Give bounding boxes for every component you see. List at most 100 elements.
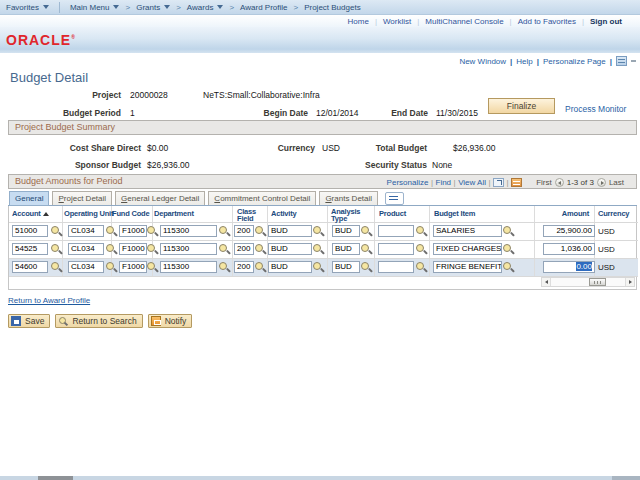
download-grid-icon[interactable] [511, 178, 522, 187]
col-currency: Currency [598, 206, 629, 222]
finalize-button[interactable]: Finalize [488, 98, 555, 114]
product-input[interactable] [378, 243, 414, 255]
lookup-icon[interactable] [106, 244, 116, 254]
sign-out-link[interactable]: Sign out [584, 17, 628, 26]
fund-code-input[interactable]: F1000 [119, 261, 147, 273]
breadcrumb-award-profile[interactable]: Award Profile [236, 3, 291, 12]
multichannel-console-link[interactable]: MultiChannel Console [419, 17, 509, 26]
analysis-type-input[interactable]: BUD [332, 261, 360, 273]
lookup-icon[interactable] [416, 262, 426, 272]
worklist-link[interactable]: Worklist [377, 17, 417, 26]
next-row-icon[interactable] [597, 178, 606, 187]
view-all-link[interactable]: View All [458, 176, 486, 189]
budget-item-input[interactable]: FIXED CHARGES [433, 243, 502, 255]
scrollbar-thumb[interactable] [589, 278, 606, 286]
process-monitor-link[interactable]: Process Monitor [565, 104, 626, 114]
lookup-icon[interactable] [147, 226, 157, 236]
analysis-type-input[interactable]: BUD [332, 225, 360, 237]
lookup-icon[interactable] [255, 262, 265, 272]
lookup-icon[interactable] [106, 262, 116, 272]
account-input[interactable]: 54525 [12, 243, 48, 255]
activity-input[interactable]: BUD [268, 261, 312, 273]
budget-item-input[interactable]: FRINGE BENEFIT [433, 261, 502, 273]
new-window-link[interactable]: New Window [459, 57, 506, 66]
lookup-icon[interactable] [51, 226, 61, 236]
lookup-icon[interactable] [255, 226, 265, 236]
lookup-icon[interactable] [416, 244, 426, 254]
class-field-input[interactable]: 200 [234, 261, 254, 273]
lookup-icon[interactable] [416, 226, 426, 236]
lookup-icon[interactable] [147, 262, 157, 272]
tab-general[interactable]: General [9, 191, 49, 206]
lookup-icon[interactable] [313, 244, 323, 254]
operating-unit-input[interactable]: CL034 [68, 261, 104, 273]
product-input[interactable] [378, 261, 414, 273]
home-link[interactable]: Home [342, 17, 375, 26]
account-input[interactable]: 51000 [12, 225, 48, 237]
personalize-page-link[interactable]: Personalize Page [543, 57, 606, 66]
lookup-icon[interactable] [147, 244, 157, 254]
lookup-icon[interactable] [219, 262, 229, 272]
lookup-icon[interactable] [503, 244, 513, 254]
activity-input[interactable]: BUD [268, 225, 312, 237]
amount-input[interactable]: 0.00 [543, 261, 595, 273]
row-range: 1-3 of 3 [567, 176, 594, 189]
lookup-icon[interactable] [219, 244, 229, 254]
account-input[interactable]: 54600 [12, 261, 48, 273]
lookup-icon[interactable] [51, 244, 61, 254]
scroll-left-icon[interactable] [542, 278, 551, 286]
budget-item-input[interactable]: SALARIES [433, 225, 502, 237]
return-to-search-button[interactable]: Return to Search [55, 314, 142, 328]
department-input[interactable]: 115300 [160, 261, 217, 273]
breadcrumb-favorites[interactable]: Favorites [0, 3, 53, 12]
lookup-icon[interactable] [219, 226, 229, 236]
fund-code-input[interactable]: F1000 [119, 225, 147, 237]
tab-general-ledger-detail[interactable]: General Ledger Detail [115, 191, 205, 206]
tab-grants-detail[interactable]: Grants Detail [319, 191, 378, 206]
lookup-icon[interactable] [361, 262, 371, 272]
department-input[interactable]: 115300 [160, 243, 217, 255]
product-input[interactable] [378, 225, 414, 237]
breadcrumb-main-menu[interactable]: Main Menu [66, 3, 124, 12]
activity-input[interactable]: BUD [268, 243, 312, 255]
zoom-grid-icon[interactable] [493, 178, 504, 187]
amount-input[interactable]: 1,036.00 [543, 243, 595, 255]
lookup-icon[interactable] [313, 226, 323, 236]
lookup-icon[interactable] [503, 226, 513, 236]
amount-input[interactable]: 25,900.00 [543, 225, 595, 237]
personalize-link[interactable]: Personalize [387, 176, 429, 189]
return-to-award-profile-link[interactable]: Return to Award Profile [8, 296, 90, 305]
breadcrumb-awards[interactable]: Awards [183, 3, 228, 12]
window-horizontal-scrollbar[interactable] [0, 476, 640, 480]
scroll-right-icon[interactable] [625, 278, 634, 286]
fund-code-input[interactable]: F1000 [119, 243, 147, 255]
add-to-favorites-link[interactable]: Add to Favorites [512, 17, 582, 26]
window-scrollbar-thumb[interactable] [38, 476, 73, 480]
copy-url-icon[interactable] [616, 56, 627, 66]
find-link[interactable]: Find [436, 176, 452, 189]
operating-unit-input[interactable]: CL034 [68, 243, 104, 255]
lookup-icon[interactable] [313, 262, 323, 272]
lookup-icon[interactable] [255, 244, 265, 254]
lookup-icon[interactable] [51, 262, 61, 272]
grid-horizontal-scrollbar[interactable] [541, 277, 635, 287]
operating-unit-input[interactable]: CL034 [68, 225, 104, 237]
lookup-icon[interactable] [106, 226, 116, 236]
department-input[interactable]: 115300 [160, 225, 217, 237]
lookup-icon[interactable] [361, 226, 371, 236]
tab-commitment-control-detail[interactable]: Commitment Control Detail [208, 191, 316, 206]
breadcrumb-grants[interactable]: Grants [132, 3, 174, 12]
lookup-icon[interactable] [503, 262, 513, 272]
help-link[interactable]: Help [516, 57, 532, 66]
notify-button[interactable]: Notify [148, 314, 193, 328]
tab-project-detail[interactable]: Project Detail [52, 191, 112, 206]
analysis-type-input[interactable]: BUD [332, 243, 360, 255]
breadcrumb-project-budgets[interactable]: Project Budgets [300, 3, 364, 12]
show-all-columns-icon[interactable] [385, 192, 404, 205]
lookup-icon[interactable] [361, 244, 371, 254]
class-field-input[interactable]: 200 [234, 225, 254, 237]
end-date-value: 11/30/2015 [436, 108, 478, 118]
class-field-input[interactable]: 200 [234, 243, 254, 255]
previous-row-icon[interactable] [555, 178, 564, 187]
save-button[interactable]: Save [8, 314, 50, 328]
